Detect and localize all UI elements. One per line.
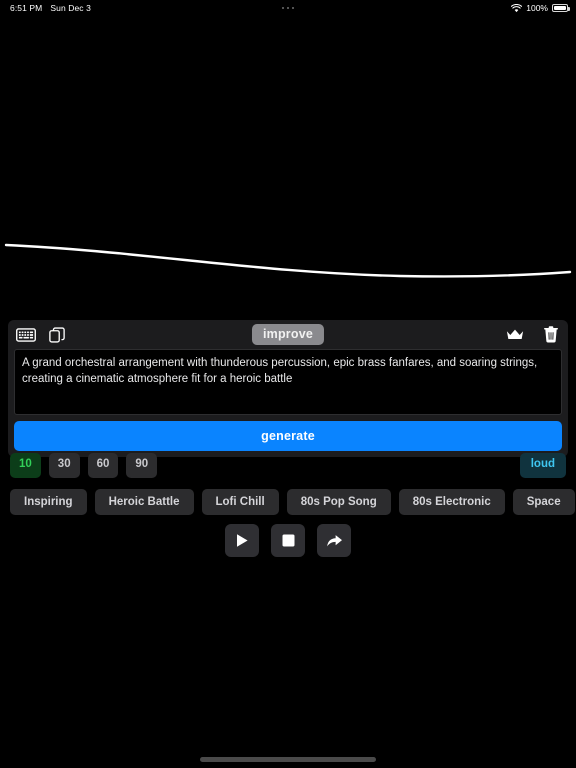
preset-chip-list[interactable]: Inspiring Heroic Battle Lofi Chill 80s P… bbox=[0, 488, 576, 515]
dot-2 bbox=[286, 6, 290, 10]
generate-button[interactable]: generate bbox=[14, 421, 562, 451]
duration-chip-10[interactable]: 10 bbox=[10, 452, 41, 478]
preset-chip-lofi-chill[interactable]: Lofi Chill bbox=[201, 488, 279, 515]
duration-chip-60[interactable]: 60 bbox=[87, 452, 119, 478]
preset-chip-80s-pop-song[interactable]: 80s Pop Song bbox=[286, 488, 391, 515]
duration-chip-90[interactable]: 90 bbox=[126, 452, 158, 478]
improve-button[interactable]: improve bbox=[251, 324, 325, 345]
trash-icon[interactable] bbox=[544, 326, 558, 343]
copy-icon[interactable] bbox=[49, 326, 65, 343]
status-bar: 6:51 PM Sun Dec 3 100% bbox=[0, 0, 576, 16]
three-dots-icon[interactable] bbox=[0, 6, 576, 10]
transport-controls bbox=[0, 522, 576, 558]
preset-chip-inspiring[interactable]: Inspiring bbox=[10, 488, 87, 515]
play-button[interactable] bbox=[225, 523, 259, 557]
prompt-toolbar: improve bbox=[8, 320, 568, 349]
prompt-input[interactable]: A grand orchestral arrangement with thun… bbox=[14, 349, 562, 415]
battery-full-icon bbox=[552, 4, 570, 12]
dot-1 bbox=[281, 6, 285, 10]
prompt-toolbar-left bbox=[16, 326, 65, 343]
prompt-card: improve A grand orchestral arrangement w… bbox=[8, 320, 568, 457]
wifi-icon bbox=[511, 3, 523, 13]
keyboard-icon[interactable] bbox=[16, 327, 36, 342]
stop-button[interactable] bbox=[271, 523, 305, 557]
duration-group: 10 30 60 90 bbox=[10, 452, 158, 478]
status-bar-right: 100% bbox=[511, 3, 570, 13]
home-indicator[interactable] bbox=[200, 757, 376, 762]
stop-icon bbox=[282, 534, 295, 547]
dot-3 bbox=[291, 6, 295, 10]
share-button[interactable] bbox=[317, 523, 351, 557]
audio-waveform[interactable] bbox=[0, 225, 576, 295]
app-root: 6:51 PM Sun Dec 3 100% improve A grand o… bbox=[0, 0, 576, 768]
prompt-toolbar-right bbox=[506, 326, 558, 343]
preset-chip-80s-electronic[interactable]: 80s Electronic bbox=[398, 488, 505, 515]
duration-volume-row: 10 30 60 90 loud bbox=[0, 452, 576, 478]
preset-chip-space[interactable]: Space bbox=[512, 488, 575, 515]
volume-chip-loud[interactable]: loud bbox=[519, 452, 566, 478]
duration-chip-30[interactable]: 30 bbox=[48, 452, 80, 478]
preset-chip-heroic-battle[interactable]: Heroic Battle bbox=[94, 488, 194, 515]
battery-percent-label: 100% bbox=[526, 3, 548, 13]
crown-icon[interactable] bbox=[506, 328, 524, 341]
volume-group: loud bbox=[519, 452, 566, 478]
play-icon bbox=[235, 533, 249, 548]
share-arrow-icon bbox=[326, 533, 343, 548]
